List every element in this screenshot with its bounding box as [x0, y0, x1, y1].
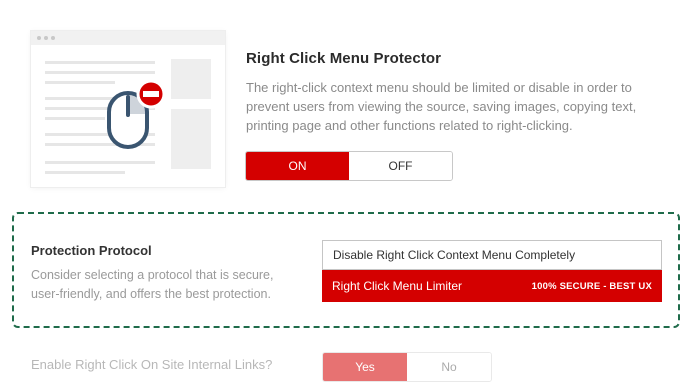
- protector-toggle: ON OFF: [245, 151, 453, 181]
- internal-links-yes-button[interactable]: Yes: [323, 353, 407, 381]
- internal-links-label: Enable Right Click On Site Internal Link…: [31, 357, 273, 372]
- protocol-option-badge: 100% SECURE - BEST UX: [531, 280, 652, 292]
- protocol-description: Consider selecting a protocol that is se…: [31, 268, 274, 301]
- toggle-on-button[interactable]: ON: [246, 152, 349, 180]
- internal-links-toggle: Yes No: [322, 352, 492, 382]
- feature-illustration: [31, 31, 225, 187]
- no-entry-icon: [136, 79, 166, 109]
- protocol-option-limiter[interactable]: Right Click Menu Limiter 100% SECURE - B…: [322, 270, 662, 302]
- feature-description: The right-click context menu should be l…: [246, 80, 637, 133]
- protocol-select[interactable]: Disable Right Click Context Menu Complet…: [322, 240, 662, 270]
- internal-links-no-button[interactable]: No: [407, 353, 491, 381]
- protocol-title: Protection Protocol: [31, 243, 152, 258]
- protocol-select-value: Disable Right Click Context Menu Complet…: [333, 248, 576, 262]
- protocol-option-label: Right Click Menu Limiter: [332, 279, 463, 293]
- mouse-blocked-illustration: [31, 31, 225, 174]
- toggle-off-button[interactable]: OFF: [349, 152, 452, 180]
- feature-title: Right Click Menu Protector: [246, 50, 442, 67]
